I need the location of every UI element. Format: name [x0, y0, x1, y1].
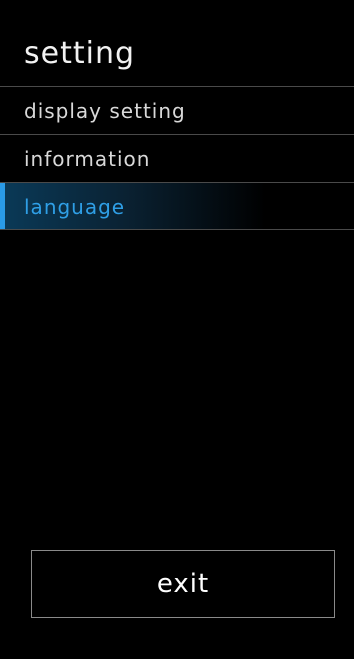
menu-item-information[interactable]: information: [0, 134, 354, 182]
exit-button[interactable]: exit: [31, 550, 335, 618]
settings-menu: display setting information language: [0, 86, 354, 230]
menu-item-language[interactable]: language: [0, 182, 354, 230]
settings-screen: setting display setting information lang…: [0, 0, 354, 659]
page-title: setting: [24, 36, 136, 71]
menu-item-display-setting[interactable]: display setting: [0, 86, 354, 134]
